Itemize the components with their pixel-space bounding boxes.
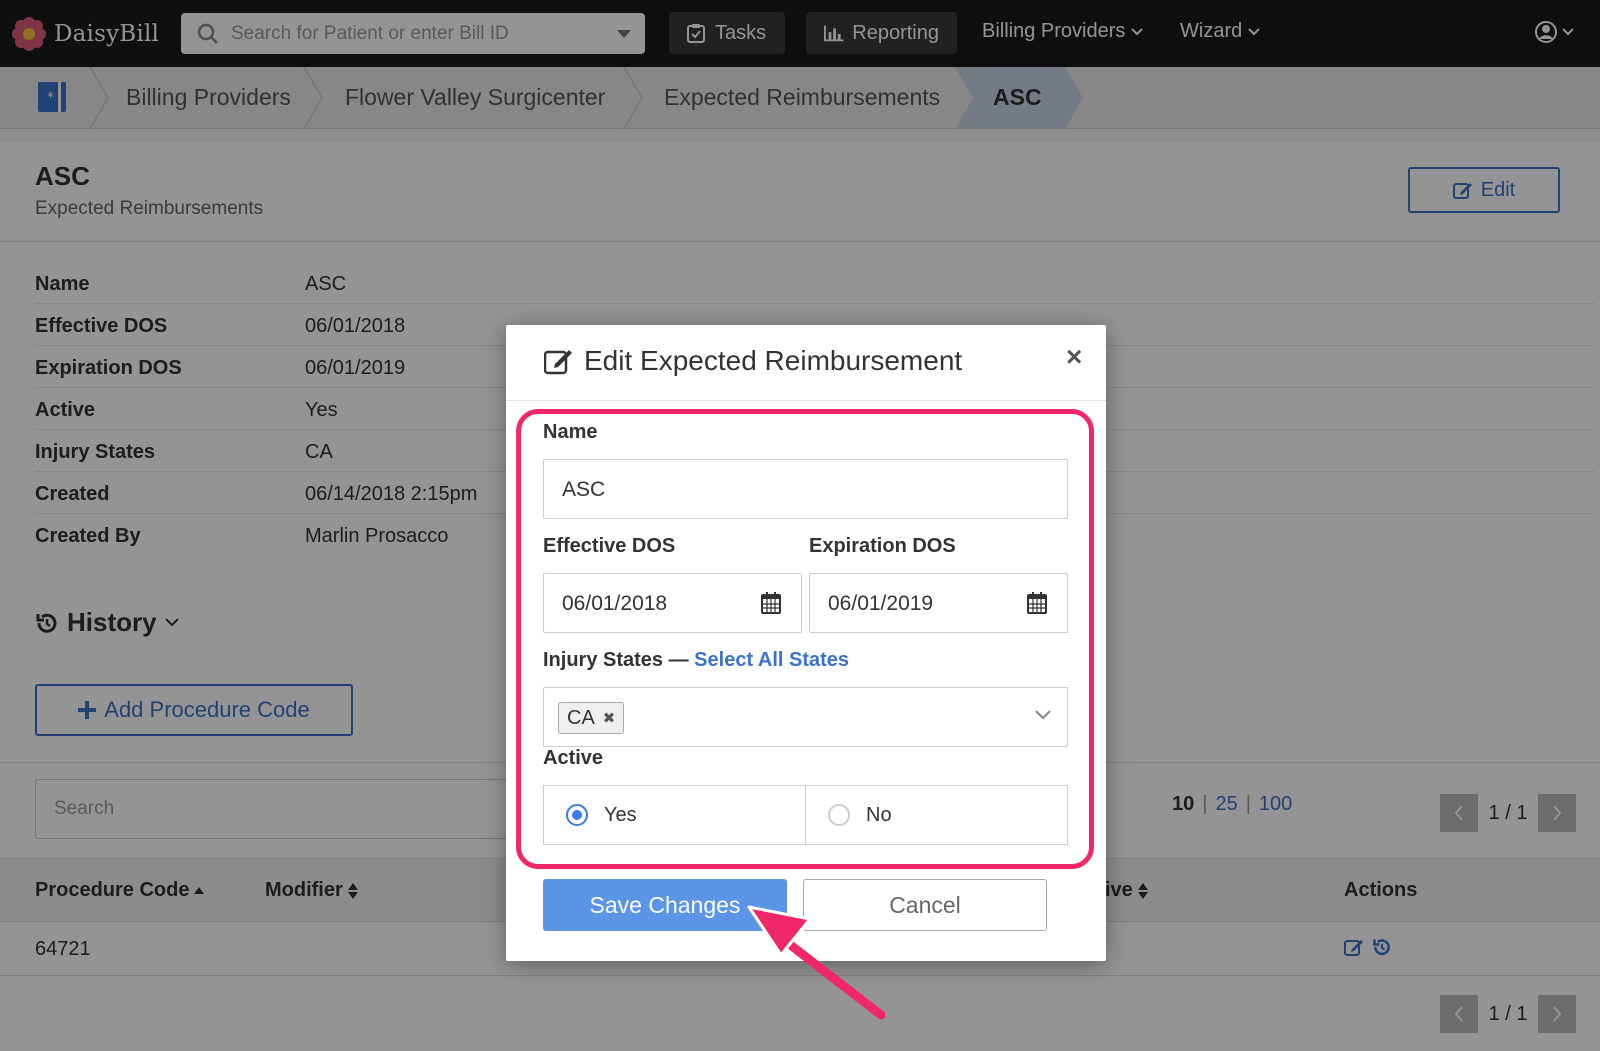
edit-expected-reimbursement-modal: Edit Expected Reimbursement × Name ASC E… [506,325,1106,961]
remove-tag-icon[interactable]: ✖ [603,709,616,727]
injury-states-label: Injury States — Select All States [543,649,849,672]
radio-unselected-icon [828,804,850,826]
calendar-icon[interactable] [761,592,781,614]
close-icon[interactable]: × [1066,343,1082,371]
injury-state-tag: CA ✖ [558,702,625,734]
active-no-label: No [866,803,892,826]
calendar-icon[interactable] [1027,592,1047,614]
injury-state-tag-label: CA [567,706,595,729]
modal-title-text: Edit Expected Reimbursement [584,345,963,376]
chevron-down-icon[interactable] [1035,710,1051,720]
injury-states-label-text: Injury States — [543,649,689,671]
active-label: Active [543,747,604,769]
active-yes-option[interactable]: Yes [544,786,805,844]
modal-title: Edit Expected Reimbursement [544,345,962,377]
expiration-dos-value: 06/01/2019 [828,592,934,615]
name-input[interactable]: ASC [543,459,1068,519]
effective-dos-label: Effective DOS [543,535,676,557]
name-label: Name [543,421,598,443]
annotation-arrow-icon [747,905,885,1020]
active-yes-label: Yes [604,803,637,826]
select-all-states-link[interactable]: Select All States [694,649,849,671]
active-radio-group: Yes No [543,785,1068,845]
expiration-dos-label: Expiration DOS [809,535,956,557]
injury-states-select[interactable]: CA ✖ [543,687,1068,747]
expiration-dos-input[interactable]: 06/01/2019 [809,573,1068,633]
name-input-value: ASC [562,478,606,501]
effective-dos-value: 06/01/2018 [562,592,668,615]
modal-header: Edit Expected Reimbursement × [506,325,1106,401]
radio-selected-icon [566,804,588,826]
edit-icon [544,350,572,375]
active-no-option[interactable]: No [805,786,1067,844]
effective-dos-input[interactable]: 06/01/2018 [543,573,802,633]
